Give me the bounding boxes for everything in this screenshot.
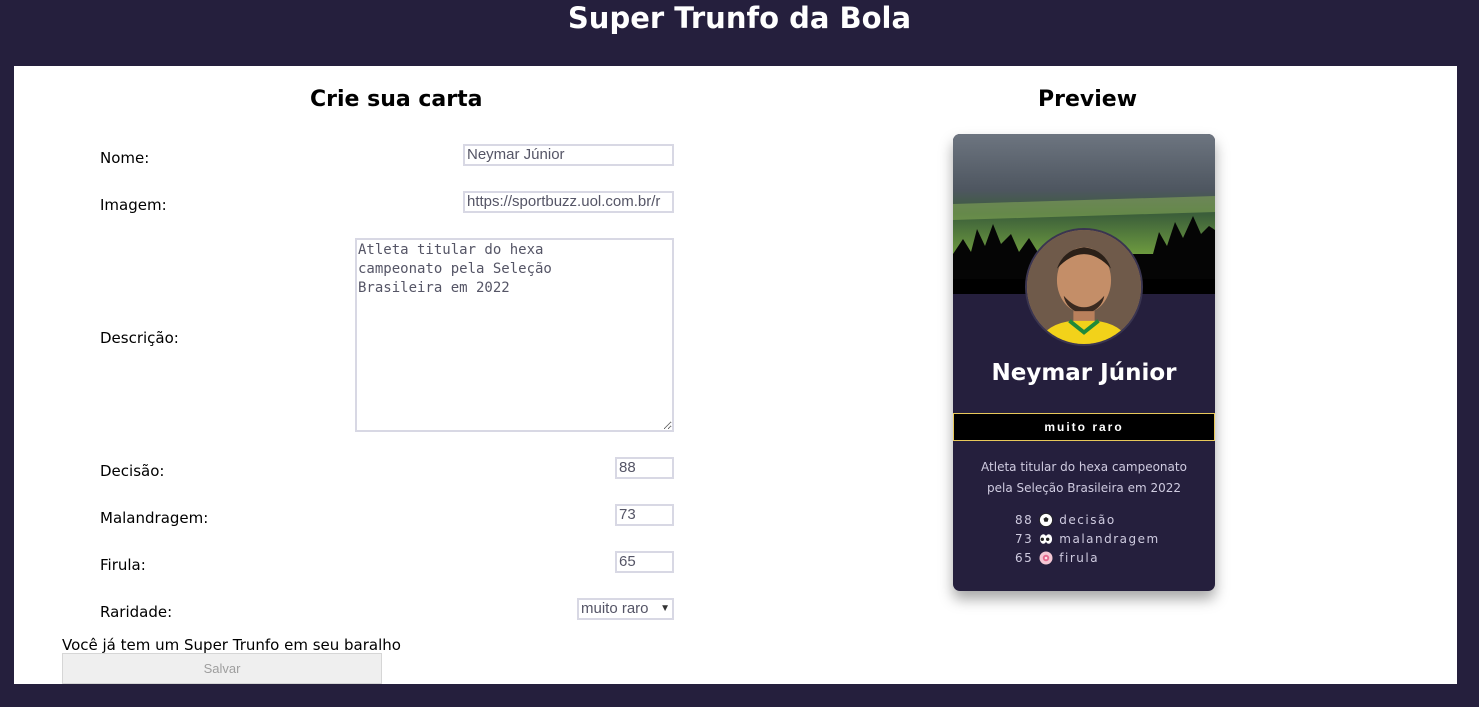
card-preview: Neymar Júnior muito raro Atleta titular … xyxy=(953,134,1215,591)
firula-icon xyxy=(1039,551,1053,565)
card-description: Atleta titular do hexa campeonato pela S… xyxy=(981,460,1187,495)
decisao-input[interactable]: 88 xyxy=(615,457,674,479)
firula-input[interactable]: 65 xyxy=(615,551,674,573)
image-url-input[interactable]: https://sportbuzz.uol.com.br/r xyxy=(463,191,674,213)
soccer-ball-icon xyxy=(1039,513,1054,527)
super-trunfo-notice: Você já tem um Super Trunfo em seu baral… xyxy=(62,636,401,654)
main-panel: Crie sua carta Nome: Neymar Júnior Image… xyxy=(14,66,1457,684)
description-textarea[interactable]: Atleta titular do hexa campeonato pela S… xyxy=(355,238,674,432)
eyes-icon xyxy=(1040,534,1053,544)
preview-title: Preview xyxy=(1038,87,1138,112)
stat-decisao: 88 decisão xyxy=(1015,513,1116,527)
card-name: Neymar Júnior xyxy=(991,360,1177,386)
firula-label: Firula: xyxy=(100,556,146,574)
save-button[interactable]: Salvar xyxy=(62,653,382,684)
image-label: Imagem: xyxy=(100,196,167,214)
rarity-select[interactable]: muito raro ▼ xyxy=(577,598,674,620)
stat-value: 65 xyxy=(1015,551,1034,565)
malandragem-input[interactable]: 73 xyxy=(615,504,674,526)
rarity-label: Raridade: xyxy=(100,603,173,621)
chevron-down-icon: ▼ xyxy=(660,603,670,614)
card-rarity: muito raro xyxy=(953,413,1215,441)
stat-value: 73 xyxy=(1015,532,1034,546)
malandragem-label: Malandragem: xyxy=(100,509,209,527)
stat-label: decisão xyxy=(1059,513,1116,527)
stat-firula: 65 firula xyxy=(1015,551,1099,565)
form-title: Crie sua carta xyxy=(310,87,483,112)
player-photo xyxy=(1025,228,1143,346)
stat-malandragem: 73 malandragem xyxy=(1015,532,1160,546)
stat-value: 88 xyxy=(1015,513,1034,527)
decisao-label: Decisão: xyxy=(100,462,165,480)
stat-label: firula xyxy=(1059,551,1100,565)
name-label: Nome: xyxy=(100,149,150,167)
stat-label: malandragem xyxy=(1059,532,1160,546)
name-input[interactable]: Neymar Júnior xyxy=(463,144,674,166)
description-label: Descrição: xyxy=(100,329,179,347)
rarity-select-value: muito raro xyxy=(581,600,649,617)
app-title: Super Trunfo da Bola xyxy=(567,1,912,35)
